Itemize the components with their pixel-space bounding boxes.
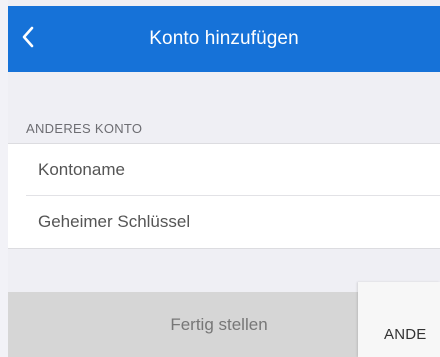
page-title: Konto hinzufügen [149,28,299,49]
side-panel-label: ANDE [384,326,427,343]
account-name-field[interactable]: Kontoname [8,144,440,195]
secret-key-field[interactable]: Geheimer Schlüssel [8,196,440,247]
done-button-label: Fertig stellen [170,314,268,334]
section-header: ANDERES KONTO [26,121,143,136]
secret-key-placeholder: Geheimer Schlüssel [38,211,191,231]
side-panel-peek[interactable]: ANDE [358,282,440,357]
account-name-placeholder: Kontoname [38,159,125,179]
account-form-group: Kontoname Geheimer Schlüssel [8,143,440,249]
done-button[interactable]: Fertig stellen [8,292,360,357]
navigation-bar: Konto hinzufügen [8,6,440,72]
